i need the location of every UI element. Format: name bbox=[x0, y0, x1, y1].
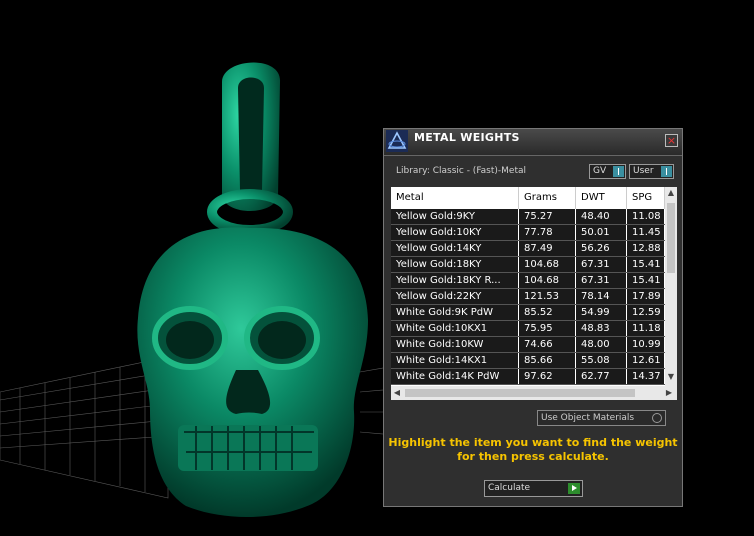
table-cell-metal: Yellow Gold:9KY bbox=[391, 209, 519, 224]
toggle-indicator-icon bbox=[613, 166, 624, 177]
table-row[interactable]: White Gold:10KW 74.66 48.00 10.99 bbox=[391, 337, 665, 353]
play-icon bbox=[568, 483, 580, 494]
table-cell-spg: 11.08 bbox=[627, 209, 665, 224]
table-row[interactable]: Yellow Gold:10KY 77.78 50.01 11.45 bbox=[391, 225, 665, 241]
vertical-scrollbar[interactable]: ▲ ▼ bbox=[665, 187, 677, 386]
gv-toggle[interactable]: GV bbox=[589, 164, 626, 179]
table-cell-metal: White Gold:14K PdW bbox=[391, 369, 519, 384]
table-cell-metal: White Gold:9K PdW bbox=[391, 305, 519, 320]
horizontal-scrollbar[interactable]: ◀ ▶ bbox=[391, 386, 677, 400]
table-cell-metal: Yellow Gold:10KY bbox=[391, 225, 519, 240]
table-cell-spg: 14.37 bbox=[627, 369, 665, 384]
user-toggle-label: User bbox=[633, 166, 654, 176]
table-cell-metal: White Gold:10KX1 bbox=[391, 321, 519, 336]
table-row[interactable]: Yellow Gold:9KY 75.27 48.40 11.08 bbox=[391, 209, 665, 225]
use-object-materials-label: Use Object Materials bbox=[541, 413, 635, 423]
column-header-metal[interactable]: Metal bbox=[391, 187, 519, 209]
radio-icon bbox=[652, 413, 662, 423]
table-cell-spg: 12.59 bbox=[627, 305, 665, 320]
toggle-indicator-icon bbox=[661, 166, 672, 177]
metal-weights-panel: METAL WEIGHTS × Library: Classic - (Fast… bbox=[383, 128, 683, 507]
table-row[interactable]: Yellow Gold:18KY R... 104.68 67.31 15.41 bbox=[391, 273, 665, 289]
table-cell-dwt: 54.99 bbox=[576, 305, 627, 320]
table-cell-spg: 15.41 bbox=[627, 273, 665, 288]
table-cell-metal: Yellow Gold:22KY bbox=[391, 289, 519, 304]
table-row[interactable]: Yellow Gold:14KY 87.49 56.26 12.88 bbox=[391, 241, 665, 257]
table-cell-metal: Yellow Gold:18KY bbox=[391, 257, 519, 272]
scroll-down-icon[interactable]: ▼ bbox=[665, 372, 677, 381]
table-row[interactable]: Yellow Gold:22KY 121.53 78.14 17.89 bbox=[391, 289, 665, 305]
table-cell-spg: 11.45 bbox=[627, 225, 665, 240]
close-button[interactable]: × bbox=[665, 134, 678, 147]
table-cell-grams: 121.53 bbox=[519, 289, 576, 304]
metal-table[interactable]: Metal Grams DWT SPG Yellow Gold:9KY 75.27… bbox=[391, 187, 677, 400]
scroll-right-icon[interactable]: ▶ bbox=[663, 388, 675, 397]
column-header-grams[interactable]: Grams bbox=[519, 187, 576, 209]
table-cell-spg: 10.99 bbox=[627, 337, 665, 352]
column-header-dwt[interactable]: DWT bbox=[576, 187, 627, 209]
vertical-scroll-thumb[interactable] bbox=[667, 203, 675, 273]
table-cell-grams: 87.49 bbox=[519, 241, 576, 256]
table-cell-spg: 17.89 bbox=[627, 289, 665, 304]
table-row[interactable]: White Gold:14KX1 85.66 55.08 12.61 bbox=[391, 353, 665, 369]
table-cell-dwt: 48.40 bbox=[576, 209, 627, 224]
table-cell-dwt: 56.26 bbox=[576, 241, 627, 256]
table-cell-dwt: 50.01 bbox=[576, 225, 627, 240]
table-cell-grams: 74.66 bbox=[519, 337, 576, 352]
scroll-up-icon[interactable]: ▲ bbox=[665, 188, 677, 197]
instruction-line-2: for then press calculate. bbox=[457, 450, 609, 463]
use-object-materials-dropdown[interactable]: Use Object Materials bbox=[537, 410, 666, 426]
table-cell-dwt: 67.31 bbox=[576, 257, 627, 272]
table-cell-grams: 104.68 bbox=[519, 257, 576, 272]
skull-teeth bbox=[178, 425, 318, 471]
table-cell-spg: 15.41 bbox=[627, 257, 665, 272]
table-cell-spg: 11.18 bbox=[627, 321, 665, 336]
table-cell-dwt: 48.00 bbox=[576, 337, 627, 352]
skull-pendant[interactable] bbox=[137, 62, 368, 517]
table-cell-grams: 75.27 bbox=[519, 209, 576, 224]
table-cell-grams: 97.62 bbox=[519, 369, 576, 384]
gv-toggle-label: GV bbox=[593, 166, 607, 176]
table-header: Metal Grams DWT SPG bbox=[391, 187, 665, 209]
table-cell-grams: 77.78 bbox=[519, 225, 576, 240]
table-body: Yellow Gold:9KY 75.27 48.40 11.08 Yellow Gol… bbox=[391, 209, 665, 385]
table-row[interactable]: Yellow Gold:18KY 104.68 67.31 15.41 bbox=[391, 257, 665, 273]
table-cell-grams: 104.68 bbox=[519, 273, 576, 288]
title-bar[interactable]: METAL WEIGHTS × bbox=[384, 129, 682, 156]
table-cell-grams: 85.66 bbox=[519, 353, 576, 368]
table-cell-dwt: 55.08 bbox=[576, 353, 627, 368]
calculate-label: Calculate bbox=[488, 483, 531, 493]
scroll-left-icon[interactable]: ◀ bbox=[391, 388, 403, 397]
window-title: METAL WEIGHTS bbox=[414, 131, 520, 144]
table-row[interactable]: White Gold:14K PdW 97.62 62.77 14.37 bbox=[391, 369, 665, 385]
table-cell-spg: 12.88 bbox=[627, 241, 665, 256]
table-cell-dwt: 62.77 bbox=[576, 369, 627, 384]
table-row[interactable]: White Gold:9K PdW 85.52 54.99 12.59 bbox=[391, 305, 665, 321]
table-cell-dwt: 48.83 bbox=[576, 321, 627, 336]
library-label: Library: Classic - (Fast)-Metal bbox=[396, 166, 527, 176]
user-toggle[interactable]: User bbox=[629, 164, 674, 179]
table-cell-grams: 75.95 bbox=[519, 321, 576, 336]
calculate-button[interactable]: Calculate bbox=[484, 480, 583, 497]
table-cell-metal: White Gold:14KX1 bbox=[391, 353, 519, 368]
instruction-text: Highlight the item you want to find the … bbox=[384, 436, 682, 464]
column-header-spg[interactable]: SPG bbox=[627, 187, 665, 209]
table-cell-metal: White Gold:10KW bbox=[391, 337, 519, 352]
instruction-line-1: Highlight the item you want to find the … bbox=[388, 436, 678, 449]
table-cell-metal: Yellow Gold:14KY bbox=[391, 241, 519, 256]
table-cell-dwt: 78.14 bbox=[576, 289, 627, 304]
table-cell-dwt: 67.31 bbox=[576, 273, 627, 288]
app-logo-icon bbox=[386, 130, 408, 152]
table-cell-metal: Yellow Gold:18KY R... bbox=[391, 273, 519, 288]
table-row[interactable]: White Gold:10KX1 75.95 48.83 11.18 bbox=[391, 321, 665, 337]
horizontal-scroll-thumb[interactable] bbox=[405, 389, 635, 397]
table-cell-grams: 85.52 bbox=[519, 305, 576, 320]
table-cell-spg: 12.61 bbox=[627, 353, 665, 368]
close-icon: × bbox=[666, 134, 677, 147]
